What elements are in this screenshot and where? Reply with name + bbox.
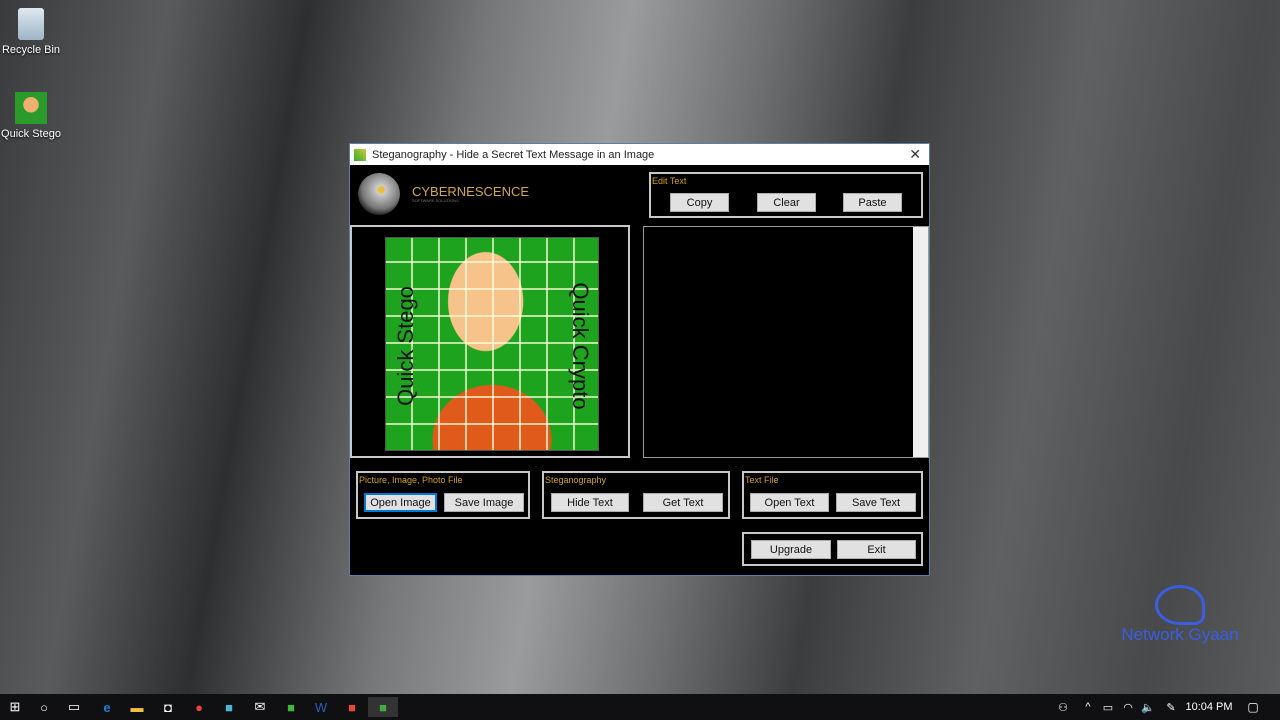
app-icon[interactable]: ■	[214, 697, 244, 717]
steganography-group: Steganography Hide Text Get Text	[542, 471, 730, 519]
camtasia-red-icon[interactable]: ■	[337, 697, 367, 717]
word-icon[interactable]: W	[306, 697, 336, 717]
chrome-icon[interactable]: ●	[184, 697, 214, 717]
group-label: Steganography	[545, 475, 607, 485]
camtasia-green-icon[interactable]: ■	[276, 697, 306, 717]
clock[interactable]: 10:04 PM	[1183, 697, 1235, 717]
watermark: Network Gyaan	[1100, 585, 1260, 645]
group-label: Edit Text	[652, 176, 687, 186]
window-title: Steganography - Hide a Secret Text Messa…	[372, 148, 655, 161]
scrollbar[interactable]	[913, 227, 928, 457]
cover-image: Quick Stego Quick Crypto	[385, 237, 599, 451]
quick-stego-icon	[15, 92, 47, 124]
paste-button[interactable]: Paste	[843, 193, 902, 212]
pen-icon[interactable]: ✎	[1156, 697, 1186, 717]
text-file-group: Text File Open Text Save Text	[742, 471, 923, 519]
logo-icon	[358, 173, 400, 215]
open-text-button[interactable]: Open Text	[750, 493, 829, 512]
logo-name: CYBERNESCENCE	[412, 184, 530, 199]
quick-stego-label: Quick Stego	[1, 128, 61, 140]
desktop-icon-quick-stego[interactable]: Quick Stego	[1, 92, 61, 140]
search-circle-icon[interactable]: ○	[29, 697, 59, 717]
upgrade-exit-group: Upgrade Exit	[742, 532, 923, 566]
quick-stego-taskbar-icon[interactable]: ■	[368, 697, 398, 717]
close-button[interactable]: ✕	[909, 146, 921, 163]
image-text-right: Quick Crypto	[568, 282, 593, 410]
logo-tagline: SOFTWARE SOLUTIONS	[412, 198, 459, 203]
secret-text-area[interactable]	[643, 226, 929, 458]
exit-button[interactable]: Exit	[837, 540, 916, 559]
app-icon	[354, 148, 366, 161]
hide-text-button[interactable]: Hide Text	[551, 493, 629, 512]
open-image-button[interactable]: Open Image	[364, 493, 437, 512]
get-text-button[interactable]: Get Text	[643, 493, 723, 512]
save-image-button[interactable]: Save Image	[444, 493, 524, 512]
group-label: Picture, Image, Photo File	[359, 475, 463, 485]
start-windows-icon[interactable]: ⊞	[0, 697, 30, 717]
recycle-bin-icon	[18, 8, 44, 40]
watermark-text: Network Gyaan	[1121, 625, 1239, 644]
picture-group: Picture, Image, Photo File Open Image Sa…	[356, 471, 530, 519]
taskbar: ⊞ ○ ▭ e ▬ ◘ ● ■ ✉ ■ W ■ ■ ⚇ ^ ▭ ◠ 🔈 ✎ 10…	[0, 694, 1280, 720]
file-explorer-icon[interactable]: ▬	[122, 697, 152, 717]
edit-text-group: Edit Text Copy Clear Paste	[649, 172, 923, 218]
title-bar: Steganography - Hide a Secret Text Messa…	[350, 144, 929, 165]
group-label: Text File	[745, 475, 779, 485]
app-window: Steganography - Hide a Secret Text Messa…	[349, 143, 930, 576]
watermark-head-icon	[1155, 585, 1205, 625]
save-text-button[interactable]: Save Text	[836, 493, 916, 512]
image-text-left: Quick Stego	[393, 286, 418, 406]
image-panel: Quick Stego Quick Crypto	[350, 225, 630, 458]
clear-button[interactable]: Clear	[757, 193, 816, 212]
edge-icon[interactable]: e	[92, 697, 122, 717]
copy-button[interactable]: Copy	[670, 193, 729, 212]
recycle-bin-label: Recycle Bin	[1, 44, 61, 56]
store-icon[interactable]: ◘	[153, 697, 183, 717]
desktop-icon-recycle-bin[interactable]: Recycle Bin	[1, 8, 61, 56]
notifications-icon[interactable]: ▢	[1238, 697, 1268, 717]
mail-icon[interactable]: ✉	[245, 697, 275, 717]
task-view-icon[interactable]: ▭	[59, 697, 89, 717]
upgrade-button[interactable]: Upgrade	[751, 540, 831, 559]
